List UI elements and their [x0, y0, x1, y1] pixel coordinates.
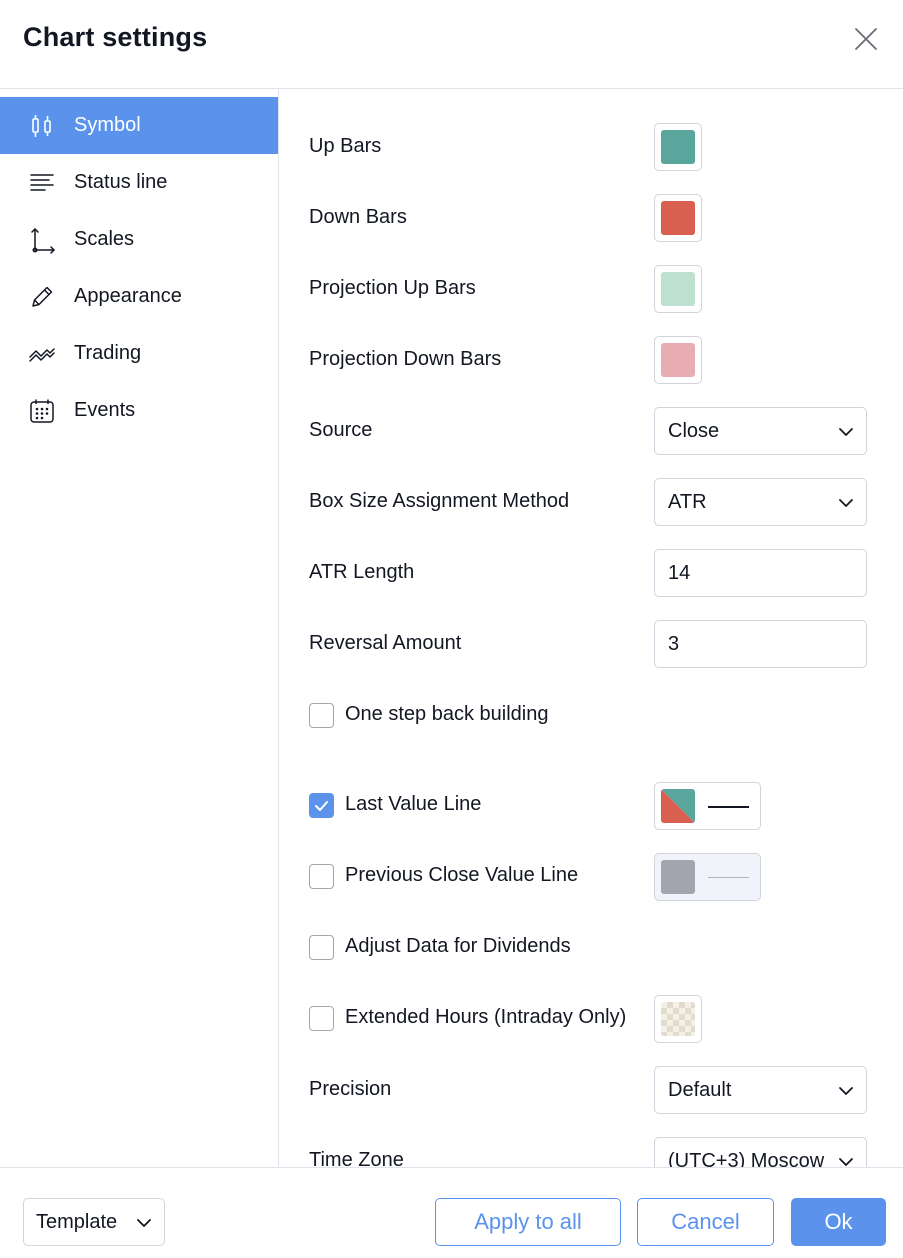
- settings-sidebar: Symbol Status line Scales Appearance Tra…: [0, 89, 279, 1167]
- line-style-preview: [708, 806, 749, 808]
- dialog-title: Chart settings: [23, 22, 208, 52]
- sidebar-item-appearance[interactable]: Appearance: [0, 268, 278, 325]
- sidebar-item-label: Scales: [74, 228, 135, 250]
- sidebar-item-label: Symbol: [74, 114, 141, 136]
- projection-down-bars-label: Projection Down Bars: [309, 348, 502, 370]
- one-step-back-label: One step back building: [345, 703, 549, 725]
- sidebar-item-label: Appearance: [74, 285, 182, 307]
- chevron-down-icon: [839, 428, 853, 436]
- sidebar-item-label: Trading: [74, 342, 142, 364]
- time-zone-select[interactable]: (UTC+3) Moscow: [654, 1137, 867, 1167]
- transparent-color-swatch: [661, 1002, 695, 1036]
- sidebar-item-label: Events: [74, 399, 136, 421]
- close-button[interactable]: [849, 22, 883, 56]
- chart-settings-dialog: Chart settings Symbol Status line Scales…: [0, 0, 903, 1258]
- box-size-method-select[interactable]: ATR: [654, 478, 867, 526]
- close-icon: [855, 28, 877, 50]
- lines-icon: [28, 169, 56, 197]
- sidebar-item-symbol[interactable]: Symbol: [0, 97, 278, 154]
- symbol-settings-panel: Up Bars Down Bars Projection Up Bars Pro…: [280, 89, 903, 1167]
- cancel-button[interactable]: Cancel: [637, 1198, 774, 1246]
- chevron-down-icon: [137, 1219, 151, 1227]
- atr-length-label: ATR Length: [309, 561, 415, 583]
- pencil-icon: [28, 283, 56, 311]
- previous-close-line-style-button[interactable]: [654, 853, 761, 901]
- adjust-dividends-checkbox[interactable]: [309, 935, 334, 960]
- source-select[interactable]: Close: [654, 407, 867, 455]
- time-zone-label: Time Zone: [309, 1149, 404, 1167]
- last-value-line-color-swatch: [661, 789, 695, 823]
- projection-down-bars-color-swatch: [661, 343, 695, 377]
- chevron-down-icon: [839, 1087, 853, 1095]
- precision-label: Precision: [309, 1078, 392, 1100]
- chevron-down-icon: [839, 1158, 853, 1166]
- atr-length-input[interactable]: [654, 549, 867, 597]
- axes-icon: [28, 226, 56, 254]
- time-zone-value: (UTC+3) Moscow: [668, 1150, 825, 1167]
- precision-value: Default: [668, 1079, 732, 1101]
- calendar-icon: [28, 397, 56, 425]
- up-bars-color-button[interactable]: [654, 123, 702, 171]
- ok-button[interactable]: Ok: [791, 1198, 886, 1246]
- template-dropdown[interactable]: Template: [23, 1198, 165, 1246]
- dialog-footer: Template Apply to all Cancel Ok: [0, 1167, 903, 1258]
- trading-icon: [28, 340, 56, 368]
- adjust-dividends-label: Adjust Data for Dividends: [345, 935, 571, 957]
- source-value: Close: [668, 420, 720, 442]
- last-value-line-label: Last Value Line: [345, 793, 482, 815]
- projection-down-bars-color-button[interactable]: [654, 336, 702, 384]
- previous-close-line-color-swatch: [661, 860, 695, 894]
- sidebar-item-status-line[interactable]: Status line: [0, 154, 278, 211]
- sidebar-item-events[interactable]: Events: [0, 382, 278, 439]
- sidebar-item-scales[interactable]: Scales: [0, 211, 278, 268]
- up-bars-label: Up Bars: [309, 135, 382, 157]
- previous-close-line-label: Previous Close Value Line: [345, 864, 579, 886]
- apply-to-all-button[interactable]: Apply to all: [435, 1198, 621, 1246]
- precision-select[interactable]: Default: [654, 1066, 867, 1114]
- dialog-header: Chart settings: [0, 0, 903, 89]
- down-bars-color-swatch: [661, 201, 695, 235]
- projection-up-bars-label: Projection Up Bars: [309, 277, 476, 299]
- reversal-amount-label: Reversal Amount: [309, 632, 462, 654]
- down-bars-color-button[interactable]: [654, 194, 702, 242]
- down-bars-label: Down Bars: [309, 206, 407, 228]
- line-style-preview: [708, 877, 749, 878]
- projection-up-bars-color-button[interactable]: [654, 265, 702, 313]
- last-value-line-style-button[interactable]: [654, 782, 761, 830]
- sidebar-item-trading[interactable]: Trading: [0, 325, 278, 382]
- extended-hours-color-button[interactable]: [654, 995, 702, 1043]
- one-step-back-checkbox[interactable]: [309, 703, 334, 728]
- extended-hours-label: Extended Hours (Intraday Only): [345, 1006, 627, 1028]
- candles-icon: [28, 112, 56, 140]
- source-label: Source: [309, 419, 373, 441]
- up-bars-color-swatch: [661, 130, 695, 164]
- extended-hours-checkbox[interactable]: [309, 1006, 334, 1031]
- sidebar-item-label: Status line: [74, 171, 168, 193]
- box-size-method-value: ATR: [668, 491, 707, 513]
- previous-close-line-checkbox[interactable]: [309, 864, 334, 889]
- last-value-line-checkbox[interactable]: [309, 793, 334, 818]
- box-size-method-label: Box Size Assignment Method: [309, 490, 570, 512]
- template-label: Template: [36, 1211, 118, 1233]
- chevron-down-icon: [839, 499, 853, 507]
- reversal-amount-input[interactable]: [654, 620, 867, 668]
- projection-up-bars-color-swatch: [661, 272, 695, 306]
- checkmark-icon: [315, 801, 328, 811]
